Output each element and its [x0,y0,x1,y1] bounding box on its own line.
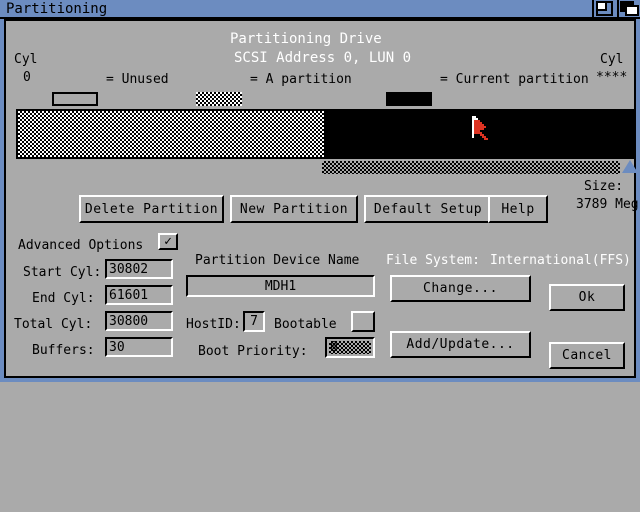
window-title: Partitioning [6,1,107,17]
legend-swatch-current-partition [386,92,432,106]
legend-label-unused: = Unused [106,72,169,87]
add-update-button[interactable]: Add/Update... [390,331,531,358]
partition-map-segment-current[interactable] [324,111,634,157]
buffers-input[interactable]: 30 [105,337,173,357]
boot-priority-value: 0 [327,341,338,354]
new-partition-button[interactable]: New Partition [230,195,358,223]
window-titlebar[interactable]: Partitioning [0,0,640,19]
device-name-input[interactable]: MDH1 [186,275,375,297]
filesystem-label: File System: [386,253,480,268]
legend-label-a-partition: = A partition [250,72,352,87]
window-depth-gadget[interactable] [617,0,640,17]
bootable-label: Bootable [274,317,337,332]
legend-label-current-partition: = Current partition [440,72,589,87]
boot-priority-input[interactable]: 0 [325,337,375,358]
window-content: Partitioning Drive SCSI Address 0, LUN 0… [4,19,636,378]
buffers-label: Buffers: [32,343,95,358]
left-cyl-value: 0 [23,70,31,85]
host-id-label: HostID: [186,317,241,332]
start-cyl-label: Start Cyl: [23,265,101,280]
left-cyl-label: Cyl [14,52,37,67]
window-depth-icon [619,0,640,17]
partition-map-segment-a[interactable] [18,111,324,157]
partitioning-window: Partitioning Partitioning Drive SCSI Add… [0,0,640,382]
legend-swatch-a-partition [196,92,242,106]
total-cyl-input[interactable]: 30800 [105,311,173,331]
ok-button[interactable]: Ok [549,284,625,311]
boot-priority-label: Boot Priority: [198,344,308,359]
drive-subtitle: SCSI Address 0, LUN 0 [234,51,411,66]
delete-partition-button[interactable]: Delete Partition [79,195,224,223]
total-cyl-label: Total Cyl: [14,317,92,332]
partition-map[interactable] [16,109,636,159]
window-body: Partitioning Drive SCSI Address 0, LUN 0… [0,19,640,382]
size-value: 3789 Meg [576,197,639,212]
end-cyl-input[interactable]: 61601 [105,285,173,305]
cancel-button[interactable]: Cancel [549,342,625,369]
right-cyl-label: Cyl [600,52,623,67]
device-name-label: Partition Device Name [195,253,359,268]
size-label: Size: [584,179,623,194]
default-setup-button[interactable]: Default Setup [364,195,492,223]
window-zoom-icon [594,0,615,17]
drive-title: Partitioning Drive [230,32,382,47]
legend-swatch-unused [52,92,98,106]
advanced-options-label: Advanced Options [18,238,143,253]
host-id-input[interactable]: 7 [243,311,265,332]
end-cyl-label: End Cyl: [32,291,95,306]
filesystem-value: International(FFS) [490,253,631,268]
partition-end-marker-icon [622,160,638,173]
help-button[interactable]: Help [488,195,548,223]
bootable-checkbox[interactable] [351,311,375,332]
start-cyl-input[interactable]: 30802 [105,259,173,279]
advanced-options-checkbox[interactable]: ✓ [158,233,178,250]
right-cyl-value: **** [596,70,627,85]
partition-size-slider[interactable] [322,161,620,174]
window-zoom-gadget[interactable] [592,0,615,17]
change-filesystem-button[interactable]: Change... [390,275,531,302]
